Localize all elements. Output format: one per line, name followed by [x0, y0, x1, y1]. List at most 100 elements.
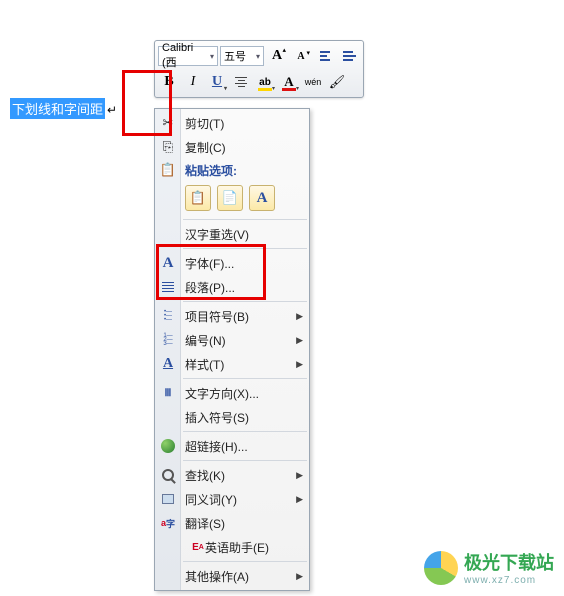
search-icon	[158, 465, 178, 485]
font-a-icon: A	[158, 253, 178, 273]
font-color-bar	[282, 88, 296, 91]
menu-text-direction-label: 文字方向(X)...	[185, 385, 259, 402]
menu-other-actions-label: 其他操作(A)	[185, 568, 249, 585]
menu-numbering[interactable]: 1—2—3— 编号(N) ▶	[155, 328, 309, 352]
menu-styles-label: 样式(T)	[185, 356, 224, 373]
submenu-arrow-icon: ▶	[296, 359, 303, 370]
submenu-arrow-icon: ▶	[296, 571, 303, 582]
phonetic-icon: wén	[305, 77, 322, 87]
format-painter-button[interactable]: 🖌	[326, 71, 348, 93]
submenu-arrow-icon: ▶	[296, 311, 303, 322]
menu-font-label: 字体(F)...	[185, 255, 234, 272]
menu-paste-header: 📋 粘贴选项:	[155, 159, 309, 181]
menu-font[interactable]: A 字体(F)...	[155, 251, 309, 275]
font-color-button[interactable]: A ▾	[278, 71, 300, 93]
increase-indent-button[interactable]	[338, 45, 360, 67]
clipboard-icon: 📋	[158, 160, 178, 180]
italic-button[interactable]: I	[182, 71, 204, 93]
watermark-url: www.xz7.com	[464, 575, 554, 586]
grow-font-button[interactable]: A▴	[266, 45, 288, 67]
menu-numbering-label: 编号(N)	[185, 332, 226, 349]
underline-button[interactable]: U▾	[206, 71, 228, 93]
paste-keep-source-button[interactable]: 📋	[185, 185, 211, 211]
paste-keep-source-icon: 📋	[190, 190, 206, 206]
menu-hyperlink[interactable]: 超链接(H)...	[155, 434, 309, 458]
menu-reconvert[interactable]: 汉字重选(V)	[155, 222, 309, 246]
paste-merge-button[interactable]: 📄	[217, 185, 243, 211]
watermark-logo-icon	[424, 551, 458, 585]
menu-bullets-label: 项目符号(B)	[185, 308, 249, 325]
decrease-indent-icon	[320, 51, 330, 61]
paragraph-mark: ↵	[107, 103, 117, 117]
menu-synonyms[interactable]: 同义词(Y) ▶	[155, 487, 309, 511]
menu-reconvert-label: 汉字重选(V)	[185, 226, 249, 243]
bullets-icon: •—•—•—	[158, 306, 178, 326]
scissors-icon: ✂	[158, 113, 178, 133]
menu-translate-label: 翻译(S)	[185, 515, 225, 532]
submenu-arrow-icon: ▶	[296, 335, 303, 346]
menu-separator	[183, 561, 307, 562]
phonetic-guide-button[interactable]: wén	[302, 71, 324, 93]
selected-text[interactable]: 下划线和字间距	[10, 98, 105, 119]
menu-paste-header-label: 粘贴选项:	[185, 162, 237, 179]
font-name-value: Calibri (西	[162, 42, 210, 70]
menu-copy[interactable]: ⎘ 复制(C)	[155, 135, 309, 159]
menu-insert-symbol-label: 插入符号(S)	[185, 409, 249, 426]
align-center-button[interactable]	[230, 71, 252, 93]
font-size-value: 五号	[224, 48, 246, 64]
format-painter-icon: 🖌	[329, 74, 346, 90]
menu-styles[interactable]: A 样式(T) ▶	[155, 352, 309, 376]
menu-separator	[183, 219, 307, 220]
paste-text-only-button[interactable]: A	[249, 185, 275, 211]
chevron-down-icon: ▾	[210, 52, 214, 61]
underline-icon: U	[212, 74, 222, 90]
book-icon	[158, 489, 178, 509]
bold-button[interactable]: B	[158, 71, 180, 93]
mini-toolbar: Calibri (西 ▾ 五号 ▾ A▴ A▾ B I U▾ ab ▾ A	[154, 40, 364, 98]
menu-insert-symbol[interactable]: 插入符号(S)	[155, 405, 309, 429]
menu-separator	[183, 378, 307, 379]
menu-paragraph[interactable]: 段落(P)...	[155, 275, 309, 299]
watermark: 极光下载站 www.xz7.com	[424, 549, 554, 586]
font-name-select[interactable]: Calibri (西 ▾	[158, 46, 218, 66]
chevron-down-icon: ▾	[256, 52, 260, 61]
text-direction-icon: Ⅲ	[158, 383, 178, 403]
shrink-font-button[interactable]: A▾	[290, 45, 312, 67]
translate-icon: a字	[158, 513, 178, 533]
menu-paragraph-label: 段落(P)...	[185, 279, 235, 296]
menu-other-actions[interactable]: 其他操作(A) ▶	[155, 564, 309, 588]
font-size-select[interactable]: 五号 ▾	[220, 46, 264, 66]
menu-cut[interactable]: ✂ 剪切(T)	[155, 111, 309, 135]
menu-synonyms-label: 同义词(Y)	[185, 491, 237, 508]
menu-find-label: 查找(K)	[185, 467, 225, 484]
menu-english-assistant[interactable]: EA 英语助手(E)	[155, 535, 309, 559]
decrease-indent-button[interactable]	[314, 45, 336, 67]
menu-separator	[183, 248, 307, 249]
english-assistant-icon: EA	[188, 537, 208, 557]
menu-english-assistant-label: 英语助手(E)	[205, 539, 269, 556]
context-menu: ✂ 剪切(T) ⎘ 复制(C) 📋 粘贴选项: 📋 📄 A 汉字重选(V) A …	[154, 108, 310, 591]
menu-separator	[183, 460, 307, 461]
chevron-down-icon: ▾	[296, 85, 299, 92]
chevron-down-icon: ▾	[224, 85, 227, 92]
highlight-icon: ab	[259, 77, 271, 88]
menu-cut-label: 剪切(T)	[185, 115, 224, 132]
highlight-color-bar	[258, 88, 272, 91]
increase-indent-icon	[343, 51, 356, 61]
submenu-arrow-icon: ▶	[296, 494, 303, 505]
shrink-font-icon: A	[297, 51, 304, 62]
menu-bullets[interactable]: •—•—•— 项目符号(B) ▶	[155, 304, 309, 328]
submenu-arrow-icon: ▶	[296, 470, 303, 481]
document-area: 下划线和字间距↵	[10, 98, 117, 119]
menu-copy-label: 复制(C)	[185, 139, 226, 156]
paragraph-icon	[158, 277, 178, 297]
menu-find[interactable]: 查找(K) ▶	[155, 463, 309, 487]
highlight-button[interactable]: ab ▾	[254, 71, 276, 93]
bold-icon: B	[164, 74, 173, 90]
menu-text-direction[interactable]: Ⅲ 文字方向(X)...	[155, 381, 309, 405]
chevron-down-icon: ▾	[272, 85, 275, 92]
styles-icon: A	[158, 354, 178, 374]
grow-font-icon: A	[272, 48, 282, 64]
menu-translate[interactable]: a字 翻译(S)	[155, 511, 309, 535]
menu-separator	[183, 301, 307, 302]
